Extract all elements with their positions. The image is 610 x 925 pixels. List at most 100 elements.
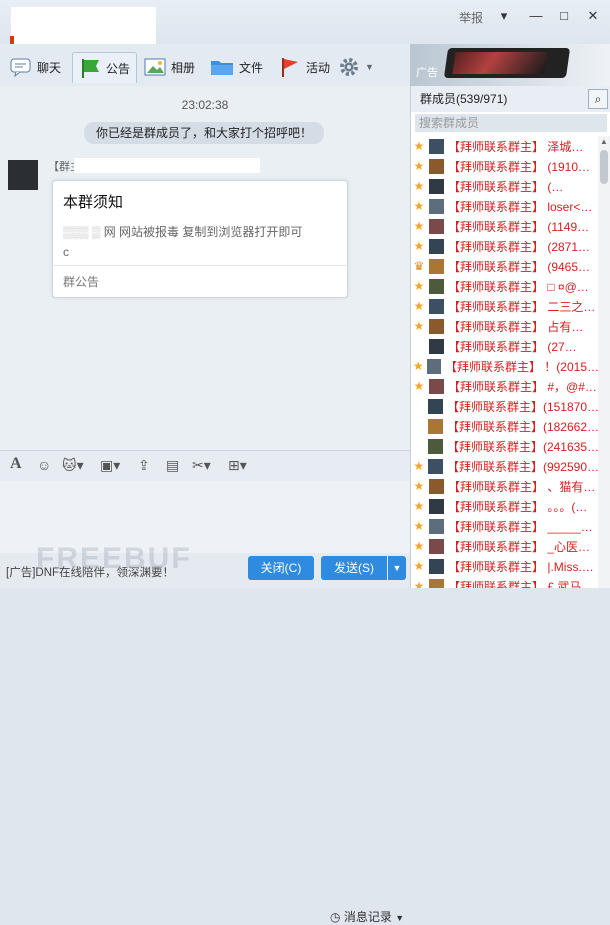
member-name: 【拜师联系群主】 _心医…: [448, 539, 591, 554]
member-row[interactable]: 【拜师联系群主】(241635…: [411, 436, 599, 456]
send-options-chevron-icon[interactable]: ▼: [388, 556, 406, 580]
member-name: 【拜师联系群主】(151870…: [446, 399, 599, 414]
avatar[interactable]: [8, 160, 38, 190]
member-row[interactable]: 【拜师联系群主】(151870…: [411, 396, 599, 416]
member-row[interactable]: ★ 【拜师联系群主】 □ ¤@…: [411, 276, 599, 296]
input-toolbar: A ☺ 🐱▾ ▣▾ ⇪ ▤ ✂▾ ⊞▾ ◷ 消息记录 ▼: [0, 450, 410, 924]
member-row[interactable]: 【拜师联系群主】 (27…: [411, 336, 599, 356]
member-row[interactable]: ★ 【拜师联系群主】 |.Miss.…: [411, 556, 599, 576]
more-tools-icon[interactable]: ⊞▾: [228, 457, 247, 474]
tab-announcement[interactable]: 公告: [72, 52, 138, 83]
member-row[interactable]: ★ 【拜师联系群主】 #，@#…: [411, 376, 599, 396]
announcement-text: ▒▒▒ ▒ 网 网站被报毒 复制到浏览器打开即可: [63, 225, 303, 239]
member-name: 【拜师联系群主】(992590…: [446, 459, 599, 474]
send-button[interactable]: 发送(S): [321, 556, 387, 580]
sender-name-redacted: [74, 158, 260, 173]
member-row[interactable]: ★ 【拜师联系群主】 (2871…: [411, 236, 599, 256]
member-row[interactable]: ★ 【拜师联系群主】 泽城…: [411, 136, 599, 156]
member-avatar: [429, 518, 444, 534]
member-name: 【拜师联系群主】(241635…: [446, 439, 599, 454]
tab-files-label: 文件: [239, 60, 264, 75]
member-name: 【拜师联系群主】 泽城…: [448, 139, 584, 154]
admin-star-icon: ★: [413, 519, 425, 533]
emoji-icon[interactable]: ☺: [37, 457, 51, 473]
tab-chat-label: 聊天: [37, 60, 62, 75]
title-bar: 举报 ▾ — □ ✕: [0, 0, 610, 45]
scroll-up-icon[interactable]: ▲: [598, 136, 610, 148]
member-row[interactable]: ★ 【拜师联系群主】 占有…: [411, 316, 599, 336]
gear-icon: [340, 58, 358, 76]
member-row[interactable]: ★ 【拜师联系群主】 (…: [411, 176, 599, 196]
member-avatar: [429, 198, 444, 214]
member-row[interactable]: ★ 【拜师联系群主】(992590…: [411, 456, 599, 476]
announcement-card[interactable]: 本群须知 ▒▒▒ ▒ 网 网站被报毒 复制到浏览器打开即可 c .com 群公告: [52, 180, 348, 298]
member-name: 【拜师联系群主】 (…: [448, 179, 564, 194]
member-avatar: [429, 538, 444, 554]
member-avatar: [429, 298, 444, 314]
admin-star-icon: ★: [413, 219, 425, 233]
tab-chat[interactable]: 聊天: [10, 52, 61, 82]
member-row[interactable]: ★ 【拜师联系群主】 £ 武马…: [411, 576, 599, 588]
owner-crown-icon: ♛: [413, 259, 425, 273]
upload-icon[interactable]: ⇪: [138, 457, 150, 474]
member-row[interactable]: ★ 【拜师联系群主】 _心医…: [411, 536, 599, 556]
member-avatar: [429, 498, 444, 514]
member-name: 【拜师联系群主】 £ 武马…: [448, 579, 594, 589]
search-icon[interactable]: ⌕: [588, 89, 608, 109]
close-icon[interactable]: ✕: [583, 6, 603, 26]
member-scrollbar[interactable]: ▲: [598, 136, 610, 588]
member-name: 【拜师联系群主】 □ ¤@…: [448, 279, 589, 294]
member-row[interactable]: ★ 【拜师联系群主】 _____…: [411, 516, 599, 536]
admin-star-icon: ★: [413, 319, 425, 333]
flag-icon: [82, 59, 99, 78]
font-icon[interactable]: A: [10, 455, 22, 473]
url-redacted: [71, 245, 129, 259]
member-avatar: [429, 378, 444, 394]
close-button[interactable]: 关闭(C): [248, 556, 314, 580]
member-avatar: [429, 578, 444, 588]
member-row[interactable]: ★ 【拜师联系群主】 loser<…: [411, 196, 599, 216]
member-search-input[interactable]: 搜索群成员: [415, 114, 607, 132]
member-row[interactable]: ★ 【拜师联系群主】 ！(2015…: [411, 356, 599, 376]
image-icon[interactable]: ▣▾: [100, 457, 120, 474]
member-name: 【拜师联系群主】 (27…: [448, 339, 577, 354]
member-name: 【拜师联系群主】 (2871…: [448, 239, 591, 254]
scroll-thumb[interactable]: [600, 150, 608, 184]
admin-star-icon: ★: [413, 579, 425, 588]
chevron-down-icon: ▼: [365, 62, 374, 72]
member-avatar: [428, 438, 443, 454]
tab-album-label: 相册: [171, 60, 196, 75]
member-row[interactable]: ★ 【拜师联系群主】 、猫有…: [411, 476, 599, 496]
member-row[interactable]: ★ 【拜师联系群主】 (1149…: [411, 216, 599, 236]
member-row[interactable]: ★ 【拜师联系群主】 二三之…: [411, 296, 599, 316]
admin-star-icon: ★: [413, 479, 425, 493]
screenshot-icon[interactable]: ✂▾: [192, 457, 211, 474]
tab-album[interactable]: 相册: [144, 52, 195, 82]
member-row[interactable]: 【拜师联系群主】(182662…: [411, 416, 599, 436]
member-row[interactable]: ♛ 【拜师联系群主】 (9465…: [411, 256, 599, 276]
admin-star-icon: ★: [413, 279, 425, 293]
member-avatar: [429, 478, 444, 494]
minimize-icon[interactable]: —: [526, 6, 546, 26]
dropdown-icon[interactable]: ▾: [494, 6, 514, 26]
sticker-icon[interactable]: 🐱▾: [62, 457, 84, 474]
message-history-button[interactable]: ◷ 消息记录 ▼: [330, 908, 404, 925]
tab-files[interactable]: 文件: [210, 52, 263, 82]
admin-star-icon: ★: [413, 539, 425, 553]
member-name: 【拜师联系群主】 (1910…: [448, 159, 591, 174]
member-row[interactable]: ★ 【拜师联系群主】 (1910…: [411, 156, 599, 176]
settings-menu[interactable]: ▼: [338, 52, 374, 82]
member-avatar: [429, 318, 444, 334]
member-row[interactable]: ★ 【拜师联系群主】 。。。(…: [411, 496, 599, 516]
system-message: 你已经是群成员了，和大家打个招呼吧！: [84, 122, 324, 144]
admin-star-icon: ★: [413, 299, 425, 313]
member-count: 群成员(539/971): [420, 92, 508, 106]
report-link[interactable]: 举报: [459, 9, 483, 26]
tab-events[interactable]: 活动: [279, 52, 330, 82]
maximize-icon[interactable]: □: [554, 6, 574, 26]
gift-icon[interactable]: ▤: [166, 457, 179, 474]
member-name: 【拜师联系群主】 。。。(…: [448, 499, 588, 514]
chat-bubble-icon: [10, 58, 31, 77]
admin-star-icon: ★: [413, 499, 425, 513]
member-avatar: [429, 178, 444, 194]
